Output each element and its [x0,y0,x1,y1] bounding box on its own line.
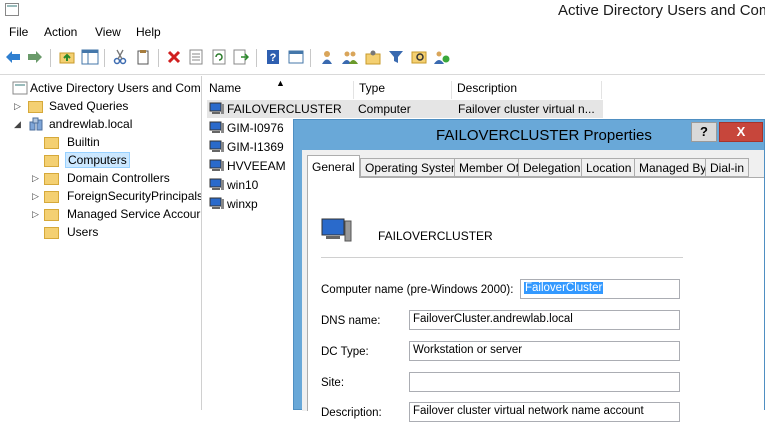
close-button[interactable]: X [719,122,763,142]
svg-text:?: ? [270,52,277,64]
computer-icon [209,140,224,152]
expand-arrow-icon[interactable]: ▷ [32,173,42,183]
menu-help[interactable]: Help [136,25,161,39]
computer-icon [209,121,224,133]
console-icon[interactable] [287,48,305,66]
folder-icon [44,153,60,167]
forward-arrow-icon[interactable] [26,48,44,66]
menu-view[interactable]: View [95,25,121,39]
add-to-group-icon[interactable] [433,48,451,66]
site-field[interactable] [409,372,680,392]
dialog-body: General Operating System Member Of Deleg… [302,150,764,422]
folder-icon [44,207,60,221]
app-icon [5,3,19,16]
up-folder-icon[interactable] [58,48,76,66]
delete-icon[interactable] [165,48,183,66]
column-header-description[interactable]: Description [452,81,602,99]
tab-general[interactable]: General [307,155,360,178]
tab-member-of[interactable]: Member Of [454,158,525,177]
folder-icon [28,99,44,113]
object-name: FAILOVERCLUSTER [378,229,493,243]
tab-delegation[interactable]: Delegation [518,158,586,177]
tab-managed-by[interactable]: Managed By [634,158,712,177]
toolbar: ? [0,42,765,75]
folder-icon [44,135,60,149]
dns-name-field[interactable]: FailoverCluster.andrewlab.local [409,310,680,330]
new-group-icon[interactable] [341,48,359,66]
column-header-name[interactable]: Name ▲ [204,78,354,99]
filter-icon[interactable] [387,48,405,66]
new-ou-icon[interactable] [364,48,382,66]
dc-type-field[interactable]: Workstation or server [409,341,680,361]
show-hide-tree-icon[interactable] [81,48,99,66]
sort-arrow-icon: ▲ [276,78,285,88]
tab-operating-system[interactable]: Operating System [360,158,467,177]
expand-arrow-icon[interactable]: ▷ [32,209,42,219]
snapin-icon [12,81,28,95]
expand-arrow-icon[interactable]: ▷ [32,191,42,201]
properties-dialog: FAILOVERCLUSTER Properties ? X General O… [293,119,765,422]
folder-icon [44,225,60,239]
description-label: Description: [321,407,382,419]
properties-icon[interactable] [187,48,205,66]
computer-icon [209,197,224,209]
domain-icon [29,117,43,131]
window-title: Active Directory Users and Com [558,2,765,19]
folder-icon [44,189,60,203]
computer-icon [321,218,352,242]
dns-name-label: DNS name: [321,315,381,327]
expand-arrow-icon[interactable]: ▷ [14,101,24,111]
help-button[interactable]: ? [691,122,717,142]
column-header-type[interactable]: Type [354,81,452,99]
computer-name-field[interactable]: FailoverCluster [520,279,680,299]
computer-icon [209,102,224,114]
dialog-title: FAILOVERCLUSTER Properties [436,127,652,144]
title-bar: Active Directory Users and Com [0,0,765,23]
new-user-icon[interactable] [318,48,336,66]
list-item[interactable]: FAILOVERCLUSTER Computer Failover cluste… [207,100,603,118]
computer-icon [209,178,224,190]
description-field[interactable]: Failover cluster virtual network name ac… [409,402,680,422]
collapse-arrow-icon[interactable]: ◢ [14,119,24,129]
help-icon[interactable]: ? [264,48,282,66]
tab-location[interactable]: Location [581,158,637,177]
menu-bar: File Action View Help [0,22,765,42]
export-list-icon[interactable] [232,48,250,66]
tab-dial-in[interactable]: Dial-in [705,158,750,177]
back-arrow-icon[interactable] [4,48,22,66]
computer-name-label: Computer name (pre-Windows 2000): [321,284,514,296]
copy-icon[interactable] [134,48,152,66]
cut-icon[interactable] [111,48,129,66]
refresh-icon[interactable] [210,48,228,66]
site-label: Site: [321,377,345,389]
menu-file[interactable]: File [9,25,28,39]
dc-type-label: DC Type: [321,346,369,358]
computer-icon [209,159,224,171]
find-icon[interactable] [410,48,428,66]
ou-icon [44,171,60,185]
divider [321,257,683,258]
dialog-title-bar[interactable]: FAILOVERCLUSTER Properties ? X [294,120,764,150]
console-tree: Active Directory Users and Com ▷ Saved Q… [0,76,202,410]
menu-action[interactable]: Action [44,25,77,39]
general-tab-panel: FAILOVERCLUSTER Computer name (pre-Windo… [307,177,764,422]
